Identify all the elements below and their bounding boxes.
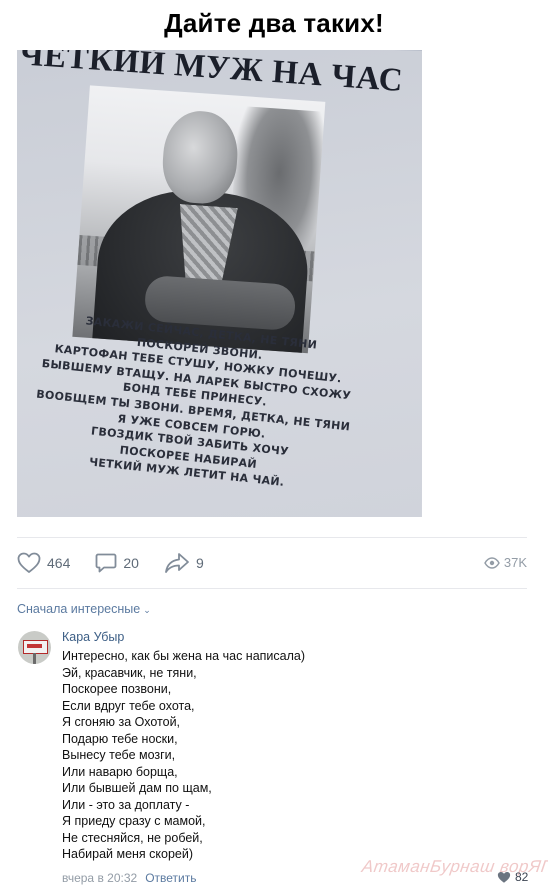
comment-button[interactable]: 20 [95, 552, 139, 574]
comment-time[interactable]: вчера в 20:32 [62, 871, 137, 885]
poster-sheet: ЧЕТКИЙ МУЖ НА ЧАС ЗАКАЖИ СЕЙЧАС, ДЕТКА, … [17, 50, 422, 517]
chevron-down-icon: ⌄ [143, 605, 151, 615]
comment-like-button[interactable]: 82 [497, 870, 528, 884]
comment-line: Подарю тебе носки, [62, 731, 178, 746]
heart-icon [17, 552, 41, 573]
comment-line: Не стесняйся, не робей, [62, 830, 203, 845]
sort-label: Сначала интересные [17, 602, 141, 616]
comment-count: 20 [123, 555, 139, 571]
comment-line: Или - это за доплату - [62, 797, 190, 812]
comment-line: Или наварю борща, [62, 764, 178, 779]
poster-title: ЧЕТКИЙ МУЖ НА ЧАС [18, 50, 405, 100]
comment-line: Эй, красавчик, не тяни, [62, 665, 197, 680]
like-count: 464 [47, 555, 71, 571]
comment-line: Я приеду сразу с мамой, [62, 814, 206, 828]
share-arrow-icon [165, 553, 189, 573]
like-button[interactable]: 464 [17, 552, 70, 574]
poster-portrait [72, 85, 326, 354]
comment-author-avatar[interactable] [18, 631, 51, 664]
share-count: 9 [195, 555, 204, 571]
comment-line: Вынесу тебе мозги, [62, 748, 176, 762]
reply-button[interactable]: Ответить [145, 871, 196, 885]
eye-icon [484, 556, 500, 569]
comment-line: Если вдруг тебе охота, [62, 698, 195, 713]
divider-bottom [17, 588, 527, 589]
views-count: 37K [503, 555, 527, 570]
heart-filled-icon [497, 871, 511, 883]
views-counter: 37K [484, 555, 527, 570]
comment-line: Или бывшей дам по щам, [62, 781, 212, 795]
comment-text: Интересно, как бы жена на час написала) … [62, 648, 502, 863]
comment-line: Интересно, как бы жена на час написала) [62, 649, 306, 663]
comment-meta: вчера в 20:32 Ответить [62, 871, 196, 885]
comments-sort-dropdown[interactable]: Сначала интересные ⌄ [17, 602, 151, 616]
comment-icon [95, 553, 117, 573]
poster-photo[interactable]: ЧЕТКИЙ МУЖ НА ЧАС ЗАКАЖИ СЕЙЧАС, ДЕТКА, … [17, 50, 422, 517]
comment-like-count: 82 [515, 870, 529, 884]
share-button[interactable]: 9 [164, 552, 204, 574]
post-actions-bar: 464 20 9 37K [17, 548, 527, 578]
poster-text: ЗАКАЖИ СЕЙЧАС, ДЕТКА, НЕ ТЯНИ ПОСКОРЕЙ З… [22, 308, 366, 498]
post-headline: Дайте два таких! [164, 8, 384, 38]
comment-line: Я сгоняю за Охотой, [62, 715, 181, 729]
divider-top [17, 537, 527, 538]
comment-author-name[interactable]: Кара Убыр [62, 630, 124, 644]
comment-line: Поскорее позвони, [62, 682, 172, 696]
